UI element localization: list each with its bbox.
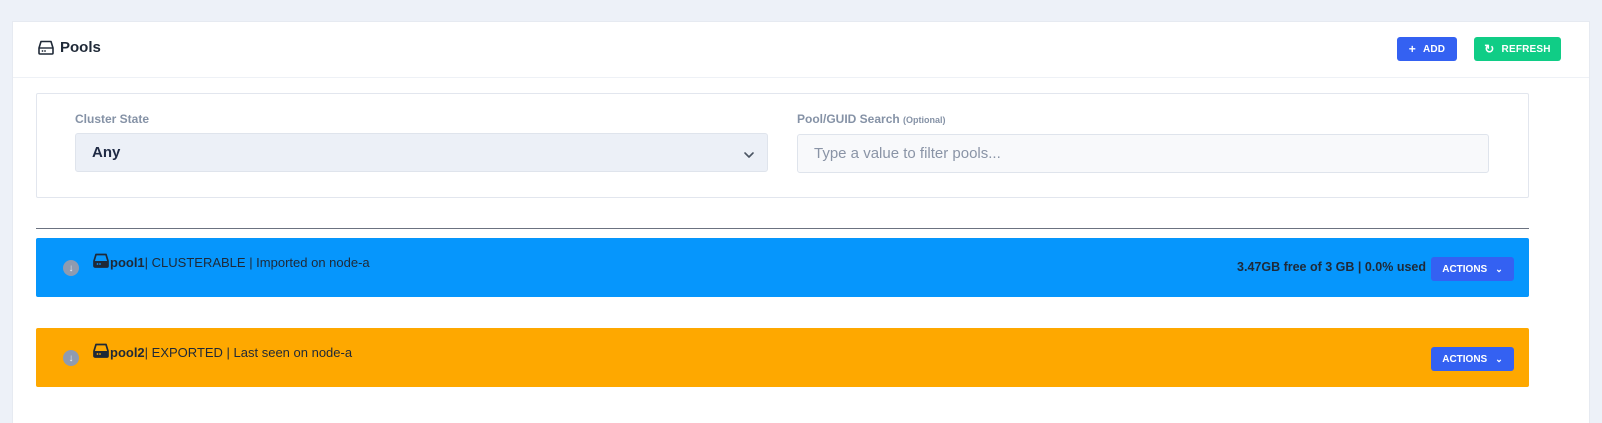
actions-button-label: ACTIONS — [1442, 353, 1488, 365]
chevron-down-icon — [743, 147, 755, 164]
refresh-button-label: REFRESH — [1501, 43, 1551, 55]
pool-row-pool1[interactable]: ↓ pool1 | CLUSTERABLE | Imported on node… — [36, 238, 1529, 297]
chevron-down-icon: ⌄ — [1495, 263, 1503, 274]
hdd-icon — [93, 343, 109, 358]
pool-usage: 3.47GB free of 3 GB | 0.0% used — [1237, 260, 1426, 274]
pool-name: pool2 — [110, 345, 145, 360]
pool-name: pool1 — [110, 255, 145, 270]
expand-arrow-icon[interactable]: ↓ — [63, 350, 79, 366]
refresh-icon: ↻ — [1484, 42, 1495, 56]
cluster-state-value: Any — [92, 144, 121, 161]
cluster-state-label-text: Cluster State — [75, 112, 150, 126]
pool-details: | CLUSTERABLE | Imported on node-a — [144, 255, 370, 270]
actions-button[interactable]: ACTIONS ⌄ — [1431, 257, 1514, 281]
hdd-icon — [38, 40, 54, 55]
expand-arrow-icon[interactable]: ↓ — [63, 260, 79, 276]
pool-info: pool1 | CLUSTERABLE | Imported on node-a — [93, 253, 370, 270]
chevron-down-icon: ⌄ — [1495, 353, 1503, 364]
page-title: Pools — [60, 39, 101, 56]
plus-icon: + — [1408, 42, 1416, 56]
search-label: Pool/GUID Search (Optional) — [797, 112, 946, 126]
hdd-icon — [93, 253, 109, 268]
pool-details: | EXPORTED | Last seen on node-a — [144, 345, 353, 360]
page-title-group: Pools — [38, 39, 101, 56]
card-header: Pools + ADD ↻ REFRESH — [13, 22, 1589, 78]
actions-button[interactable]: ACTIONS ⌄ — [1431, 347, 1514, 371]
cluster-state-label: Cluster State — [75, 112, 149, 126]
pool-search-input[interactable] — [797, 134, 1489, 173]
divider — [36, 228, 1529, 229]
refresh-button[interactable]: ↻ REFRESH — [1474, 37, 1561, 61]
cluster-state-select[interactable]: Any — [75, 133, 768, 172]
pool-row-pool2[interactable]: ↓ pool2 | EXPORTED | Last seen on node-a… — [36, 328, 1529, 387]
filter-panel: Cluster State Any Pool/GUID Search (Opti… — [36, 93, 1529, 198]
search-optional-hint: (Optional) — [903, 115, 946, 125]
pools-card: Pools + ADD ↻ REFRESH Cluster State Any … — [12, 21, 1590, 423]
add-button[interactable]: + ADD — [1397, 37, 1457, 61]
pool-info: pool2 | EXPORTED | Last seen on node-a — [93, 343, 353, 360]
actions-button-label: ACTIONS — [1442, 263, 1488, 275]
search-label-text: Pool/GUID Search — [797, 112, 900, 126]
add-button-label: ADD — [1422, 43, 1446, 55]
